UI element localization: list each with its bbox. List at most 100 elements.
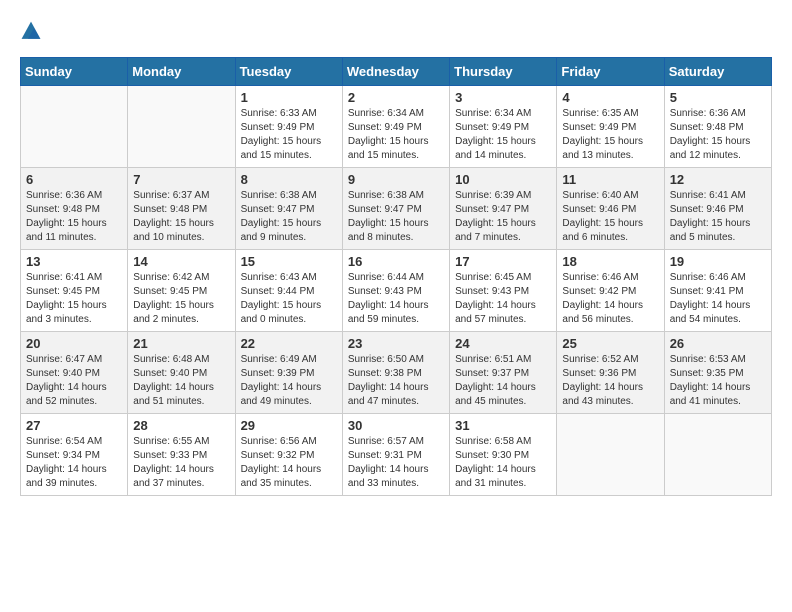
day-number: 3 xyxy=(455,90,551,105)
day-number: 1 xyxy=(241,90,337,105)
day-info: Sunrise: 6:48 AM Sunset: 9:40 PM Dayligh… xyxy=(133,353,229,409)
day-number: 5 xyxy=(670,90,766,105)
day-info: Sunrise: 6:33 AM Sunset: 9:49 PM Dayligh… xyxy=(241,107,337,163)
weekday-header-thursday: Thursday xyxy=(450,58,557,86)
calendar-day-cell: 11 Sunrise: 6:40 AM Sunset: 9:46 PM Dayli… xyxy=(557,168,664,250)
day-info: Sunrise: 6:56 AM Sunset: 9:32 PM Dayligh… xyxy=(241,435,337,491)
calendar-day-cell xyxy=(128,86,235,168)
calendar-day-cell: 2 Sunrise: 6:34 AM Sunset: 9:49 PM Daylig… xyxy=(342,86,449,168)
day-number: 29 xyxy=(241,418,337,433)
day-number: 15 xyxy=(241,254,337,269)
calendar-day-cell: 24 Sunrise: 6:51 AM Sunset: 9:37 PM Dayli… xyxy=(450,332,557,414)
calendar-day-cell: 3 Sunrise: 6:34 AM Sunset: 9:49 PM Daylig… xyxy=(450,86,557,168)
calendar-day-cell xyxy=(557,414,664,496)
calendar-day-cell: 1 Sunrise: 6:33 AM Sunset: 9:49 PM Daylig… xyxy=(235,86,342,168)
day-info: Sunrise: 6:36 AM Sunset: 9:48 PM Dayligh… xyxy=(670,107,766,163)
calendar-day-cell xyxy=(664,414,771,496)
day-number: 9 xyxy=(348,172,444,187)
day-number: 8 xyxy=(241,172,337,187)
calendar-day-cell: 7 Sunrise: 6:37 AM Sunset: 9:48 PM Daylig… xyxy=(128,168,235,250)
calendar-day-cell: 10 Sunrise: 6:39 AM Sunset: 9:47 PM Dayli… xyxy=(450,168,557,250)
logo xyxy=(20,20,46,47)
day-number: 17 xyxy=(455,254,551,269)
day-number: 28 xyxy=(133,418,229,433)
day-info: Sunrise: 6:53 AM Sunset: 9:35 PM Dayligh… xyxy=(670,353,766,409)
calendar-table: SundayMondayTuesdayWednesdayThursdayFrid… xyxy=(20,57,772,496)
calendar-day-cell: 18 Sunrise: 6:46 AM Sunset: 9:42 PM Dayli… xyxy=(557,250,664,332)
day-info: Sunrise: 6:35 AM Sunset: 9:49 PM Dayligh… xyxy=(562,107,658,163)
day-info: Sunrise: 6:46 AM Sunset: 9:42 PM Dayligh… xyxy=(562,271,658,327)
day-number: 19 xyxy=(670,254,766,269)
calendar-day-cell: 5 Sunrise: 6:36 AM Sunset: 9:48 PM Daylig… xyxy=(664,86,771,168)
day-info: Sunrise: 6:44 AM Sunset: 9:43 PM Dayligh… xyxy=(348,271,444,327)
day-number: 4 xyxy=(562,90,658,105)
calendar-week-row: 1 Sunrise: 6:33 AM Sunset: 9:49 PM Daylig… xyxy=(21,86,772,168)
day-info: Sunrise: 6:40 AM Sunset: 9:46 PM Dayligh… xyxy=(562,189,658,245)
day-number: 10 xyxy=(455,172,551,187)
day-info: Sunrise: 6:50 AM Sunset: 9:38 PM Dayligh… xyxy=(348,353,444,409)
day-number: 2 xyxy=(348,90,444,105)
weekday-header-wednesday: Wednesday xyxy=(342,58,449,86)
day-number: 11 xyxy=(562,172,658,187)
calendar-header: SundayMondayTuesdayWednesdayThursdayFrid… xyxy=(21,58,772,86)
day-number: 7 xyxy=(133,172,229,187)
calendar-day-cell: 16Sunrise: 6:44 AM Sunset: 9:43 PM Dayli… xyxy=(342,250,449,332)
calendar-day-cell: 21Sunrise: 6:48 AM Sunset: 9:40 PM Dayli… xyxy=(128,332,235,414)
day-info: Sunrise: 6:34 AM Sunset: 9:49 PM Dayligh… xyxy=(348,107,444,163)
page-header xyxy=(20,20,772,47)
day-info: Sunrise: 6:37 AM Sunset: 9:48 PM Dayligh… xyxy=(133,189,229,245)
day-number: 12 xyxy=(670,172,766,187)
day-info: Sunrise: 6:57 AM Sunset: 9:31 PM Dayligh… xyxy=(348,435,444,491)
day-number: 25 xyxy=(562,336,658,351)
day-number: 20 xyxy=(26,336,122,351)
calendar-day-cell: 30 Sunrise: 6:57 AM Sunset: 9:31 PM Dayli… xyxy=(342,414,449,496)
day-info: Sunrise: 6:38 AM Sunset: 9:47 PM Dayligh… xyxy=(348,189,444,245)
calendar-day-cell: 23 Sunrise: 6:50 AM Sunset: 9:38 PM Dayli… xyxy=(342,332,449,414)
weekday-header-monday: Monday xyxy=(128,58,235,86)
day-number: 30 xyxy=(348,418,444,433)
weekday-header-tuesday: Tuesday xyxy=(235,58,342,86)
weekday-header-friday: Friday xyxy=(557,58,664,86)
calendar-week-row: 13 Sunrise: 6:41 AM Sunset: 9:45 PM Dayli… xyxy=(21,250,772,332)
calendar-day-cell: 19Sunrise: 6:46 AM Sunset: 9:41 PM Dayli… xyxy=(664,250,771,332)
day-number: 26 xyxy=(670,336,766,351)
day-number: 31 xyxy=(455,418,551,433)
calendar-day-cell: 31 Sunrise: 6:58 AM Sunset: 9:30 PM Dayli… xyxy=(450,414,557,496)
calendar-day-cell: 20Sunrise: 6:47 AM Sunset: 9:40 PM Dayli… xyxy=(21,332,128,414)
calendar-day-cell: 8 Sunrise: 6:38 AM Sunset: 9:47 PM Daylig… xyxy=(235,168,342,250)
day-number: 14 xyxy=(133,254,229,269)
day-info: Sunrise: 6:51 AM Sunset: 9:37 PM Dayligh… xyxy=(455,353,551,409)
day-info: Sunrise: 6:41 AM Sunset: 9:45 PM Dayligh… xyxy=(26,271,122,327)
calendar-day-cell: 12Sunrise: 6:41 AM Sunset: 9:46 PM Dayli… xyxy=(664,168,771,250)
day-info: Sunrise: 6:55 AM Sunset: 9:33 PM Dayligh… xyxy=(133,435,229,491)
day-info: Sunrise: 6:38 AM Sunset: 9:47 PM Dayligh… xyxy=(241,189,337,245)
day-number: 23 xyxy=(348,336,444,351)
calendar-day-cell: 22 Sunrise: 6:49 AM Sunset: 9:39 PM Dayli… xyxy=(235,332,342,414)
weekday-header-saturday: Saturday xyxy=(664,58,771,86)
day-info: Sunrise: 6:34 AM Sunset: 9:49 PM Dayligh… xyxy=(455,107,551,163)
weekday-header-sunday: Sunday xyxy=(21,58,128,86)
day-info: Sunrise: 6:58 AM Sunset: 9:30 PM Dayligh… xyxy=(455,435,551,491)
day-info: Sunrise: 6:49 AM Sunset: 9:39 PM Dayligh… xyxy=(241,353,337,409)
day-info: Sunrise: 6:52 AM Sunset: 9:36 PM Dayligh… xyxy=(562,353,658,409)
day-number: 18 xyxy=(562,254,658,269)
day-number: 27 xyxy=(26,418,122,433)
day-info: Sunrise: 6:45 AM Sunset: 9:43 PM Dayligh… xyxy=(455,271,551,327)
day-info: Sunrise: 6:54 AM Sunset: 9:34 PM Dayligh… xyxy=(26,435,122,491)
calendar-day-cell: 28 Sunrise: 6:55 AM Sunset: 9:33 PM Dayli… xyxy=(128,414,235,496)
calendar-day-cell: 25 Sunrise: 6:52 AM Sunset: 9:36 PM Dayli… xyxy=(557,332,664,414)
calendar-day-cell: 27 Sunrise: 6:54 AM Sunset: 9:34 PM Dayli… xyxy=(21,414,128,496)
calendar-day-cell: 26 Sunrise: 6:53 AM Sunset: 9:35 PM Dayli… xyxy=(664,332,771,414)
day-number: 22 xyxy=(241,336,337,351)
calendar-day-cell: 15 Sunrise: 6:43 AM Sunset: 9:44 PM Dayli… xyxy=(235,250,342,332)
day-number: 13 xyxy=(26,254,122,269)
day-info: Sunrise: 6:36 AM Sunset: 9:48 PM Dayligh… xyxy=(26,189,122,245)
day-number: 6 xyxy=(26,172,122,187)
calendar-day-cell: 6 Sunrise: 6:36 AM Sunset: 9:48 PM Daylig… xyxy=(21,168,128,250)
day-info: Sunrise: 6:43 AM Sunset: 9:44 PM Dayligh… xyxy=(241,271,337,327)
calendar-day-cell: 29 Sunrise: 6:56 AM Sunset: 9:32 PM Dayli… xyxy=(235,414,342,496)
calendar-day-cell: 4 Sunrise: 6:35 AM Sunset: 9:49 PM Daylig… xyxy=(557,86,664,168)
day-number: 24 xyxy=(455,336,551,351)
calendar-day-cell: 13 Sunrise: 6:41 AM Sunset: 9:45 PM Dayli… xyxy=(21,250,128,332)
day-info: Sunrise: 6:39 AM Sunset: 9:47 PM Dayligh… xyxy=(455,189,551,245)
